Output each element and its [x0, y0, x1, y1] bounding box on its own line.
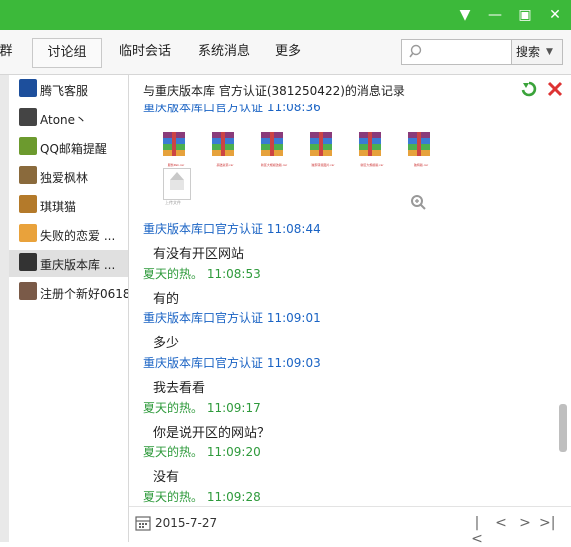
search-input[interactable]	[401, 39, 513, 65]
search-button-label: 搜索	[516, 45, 541, 59]
file-name: 服务Pak.rar	[167, 163, 185, 167]
contact-name: 独爱枫林	[40, 171, 89, 185]
minimize-button[interactable]: —	[486, 6, 504, 24]
prev-page-button[interactable]: <	[493, 515, 509, 531]
rar-file-icon	[163, 132, 185, 156]
search-field[interactable]	[426, 43, 512, 61]
history-title: 与重庆版本库 官方认证(381250422)的消息记录	[143, 84, 405, 98]
contact-name: 腾飞客服	[40, 84, 89, 98]
contact-item[interactable]: 失败的恋爱 ...	[9, 221, 128, 248]
next-page-button[interactable]: >	[517, 515, 533, 531]
avatar	[19, 282, 37, 300]
avatar	[19, 108, 37, 126]
minimize-dropdown-button[interactable]: ▼	[456, 6, 474, 24]
maximize-button[interactable]: ▣	[516, 6, 534, 24]
contact-name: 注册个新好0618	[40, 287, 131, 301]
message-text: 有没有开区网站	[153, 247, 245, 262]
last-page-button[interactable]: >|	[539, 515, 555, 531]
zoom-in-icon[interactable]	[410, 194, 426, 210]
chevron-down-icon: ▼	[546, 47, 553, 57]
message-sender: 夏天的热。 11:09:28	[143, 490, 261, 504]
rar-file-icon	[408, 132, 430, 156]
file-attachment[interactable]: 新区大规模改版.rar	[259, 130, 289, 167]
file-name: 新区大规模版.rar	[360, 163, 384, 167]
message-text: 多少	[153, 336, 180, 351]
message-sender: 重庆版本库口官方认证 11:08:36	[143, 100, 321, 114]
upload-file-label: 上传文件	[165, 200, 181, 205]
close-icon[interactable]	[545, 80, 565, 100]
message-text: 我去看看	[153, 381, 206, 396]
refresh-icon[interactable]	[519, 80, 539, 100]
file-attachment[interactable]: 新区大规模版.rar	[357, 130, 387, 167]
file-attachment[interactable]: 独家转载图片.rar	[308, 130, 338, 167]
search-icon	[409, 44, 422, 58]
contact-item[interactable]: 独爱枫林	[9, 163, 128, 190]
avatar	[19, 137, 37, 155]
tab-temp-chat[interactable]: 临时会话	[110, 38, 180, 66]
message-history-panel: 与重庆版本库 官方认证(381250422)的消息记录 重庆版本库口官方认证 1…	[128, 75, 571, 547]
rar-file-icon	[310, 132, 332, 156]
file-name: 新区大规模改版.rar	[260, 163, 288, 167]
avatar	[19, 79, 37, 97]
message-sender: 夏天的热。 11:08:53	[143, 267, 261, 281]
rar-file-icon	[212, 132, 234, 156]
title-bar: ▼ — ▣ ✕	[0, 0, 571, 30]
first-page-button[interactable]: |<	[469, 515, 485, 547]
calendar-icon[interactable]	[135, 515, 151, 531]
contact-name: 重庆版本库 ...	[40, 258, 116, 272]
contact-name: 失败的恋爱 ...	[40, 229, 116, 243]
sidebar-scroll-strip	[0, 75, 9, 542]
message-sender: 夏天的热。 11:09:17	[143, 401, 261, 415]
contact-item[interactable]: QQ邮箱提醒	[9, 134, 128, 161]
file-name: 基础资源.rar	[216, 163, 234, 167]
avatar	[19, 224, 37, 242]
tab-group[interactable]: 群	[0, 38, 14, 66]
message-list: 重庆版本库口官方认证 11:08:36 服务Pak.rar 基础资源.rar 新区大…	[129, 100, 554, 508]
message-sender: 重庆版本库口官方认证 11:09:01	[143, 311, 321, 325]
avatar	[19, 253, 37, 271]
search-button[interactable]: 搜索 ▼	[511, 39, 563, 65]
contact-name: 琪琪猫	[40, 200, 77, 214]
rar-file-icon	[359, 132, 381, 156]
contact-item[interactable]: Atone丶	[9, 105, 128, 132]
rar-file-icon	[261, 132, 283, 156]
file-attachment[interactable]: 基础资源.rar	[210, 130, 240, 167]
contact-item[interactable]: 重庆版本库 ...	[9, 250, 128, 277]
history-footer: 2015-7-27 |< < > >|	[129, 506, 571, 547]
scrollbar-thumb[interactable]	[559, 404, 567, 452]
history-date[interactable]: 2015-7-27	[155, 516, 217, 530]
tab-bar: 群 讨论组 临时会话 系统消息 更多 搜索 ▼	[0, 30, 571, 75]
tab-discussion[interactable]: 讨论组	[32, 38, 102, 68]
contact-item[interactable]: 琪琪猫	[9, 192, 128, 219]
file-name: 独特版.rar	[413, 163, 429, 167]
contact-item[interactable]: 注册个新好0618	[9, 279, 131, 306]
upload-file-icon[interactable]	[163, 168, 191, 200]
message-text: 没有	[153, 470, 180, 485]
message-sender: 重庆版本库口官方认证 11:09:03	[143, 356, 321, 370]
message-text: 你是说开区的网站？	[153, 426, 271, 441]
close-window-button[interactable]: ✕	[546, 6, 564, 24]
contact-item[interactable]: 腾飞客服	[9, 76, 128, 103]
contact-name: Atone丶	[40, 113, 88, 127]
message-text: 有的	[153, 292, 180, 307]
file-attachment[interactable]: 独特版.rar	[406, 130, 436, 167]
tab-more[interactable]: 更多	[268, 38, 308, 66]
file-name: 独家转载图片.rar	[311, 163, 335, 167]
file-attachment[interactable]: 服务Pak.rar	[161, 130, 191, 167]
message-sender: 重庆版本库口官方认证 11:08:44	[143, 222, 321, 236]
avatar	[19, 166, 37, 184]
contact-name: QQ邮箱提醒	[40, 142, 107, 156]
tab-system-message[interactable]: 系统消息	[189, 38, 259, 66]
message-sender: 夏天的热。 11:09:20	[143, 445, 261, 459]
avatar	[19, 195, 37, 213]
